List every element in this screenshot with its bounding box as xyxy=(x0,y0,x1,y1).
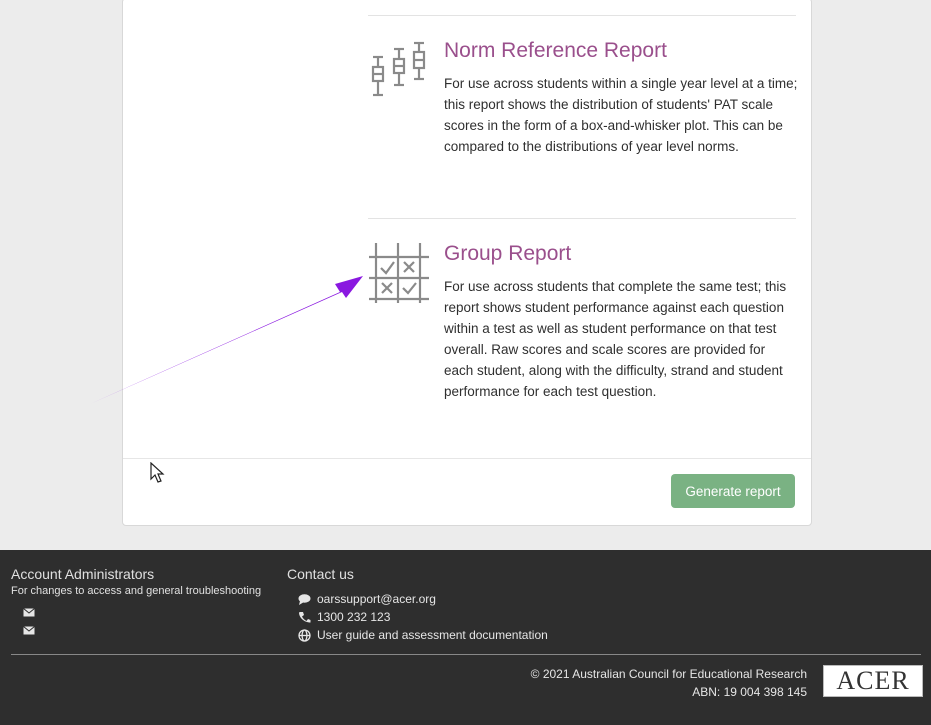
admin-email-link-1[interactable] xyxy=(23,608,41,617)
user-guide-link[interactable]: User guide and assessment documentation xyxy=(298,628,548,642)
report-title[interactable]: Group Report xyxy=(444,242,571,266)
report-selection-card: Norm Reference Report For use across stu… xyxy=(122,0,812,526)
report-option-group[interactable]: Group Report For use across students tha… xyxy=(368,242,798,407)
admin-email-link-2[interactable] xyxy=(23,626,41,635)
chat-bubble-icon xyxy=(298,593,311,605)
report-title[interactable]: Norm Reference Report xyxy=(444,39,667,63)
footer-divider xyxy=(11,654,921,655)
report-description: For use across students within a single … xyxy=(444,76,798,154)
abn-text: ABN: 19 004 398 145 xyxy=(692,685,807,699)
divider xyxy=(368,15,796,16)
divider xyxy=(368,218,796,219)
report-description: For use across students that complete th… xyxy=(444,279,787,399)
report-option-norm-reference[interactable]: Norm Reference Report For use across stu… xyxy=(368,39,798,189)
user-guide-text[interactable]: User guide and assessment documentation xyxy=(317,628,548,642)
admins-subtext: For changes to access and general troubl… xyxy=(11,585,262,597)
envelope-icon xyxy=(23,608,35,617)
admins-heading: Account Administrators xyxy=(11,566,155,582)
acer-logo[interactable]: ACER xyxy=(823,665,923,697)
phone-icon xyxy=(299,612,311,623)
contact-phone[interactable]: 1300 232 123 xyxy=(298,610,390,624)
contact-phone-number: 1300 232 123 xyxy=(317,610,391,624)
box-whisker-icon xyxy=(371,41,426,97)
card-footer-divider xyxy=(123,458,811,459)
grid-check-icon xyxy=(369,243,429,303)
annotation-arrow xyxy=(90,276,363,404)
copyright-text: © 2021 Australian Council for Educationa… xyxy=(530,667,807,681)
contact-email-link[interactable]: oarssupport@acer.org xyxy=(298,592,436,606)
site-footer: Account Administrators For changes to ac… xyxy=(0,550,931,725)
contact-email[interactable]: oarssupport@acer.org xyxy=(317,592,436,606)
mouse-cursor-icon xyxy=(150,462,165,483)
contact-heading: Contact us xyxy=(287,566,354,582)
generate-report-button[interactable]: Generate report xyxy=(671,474,795,508)
envelope-icon xyxy=(23,626,35,635)
globe-icon xyxy=(298,628,311,642)
